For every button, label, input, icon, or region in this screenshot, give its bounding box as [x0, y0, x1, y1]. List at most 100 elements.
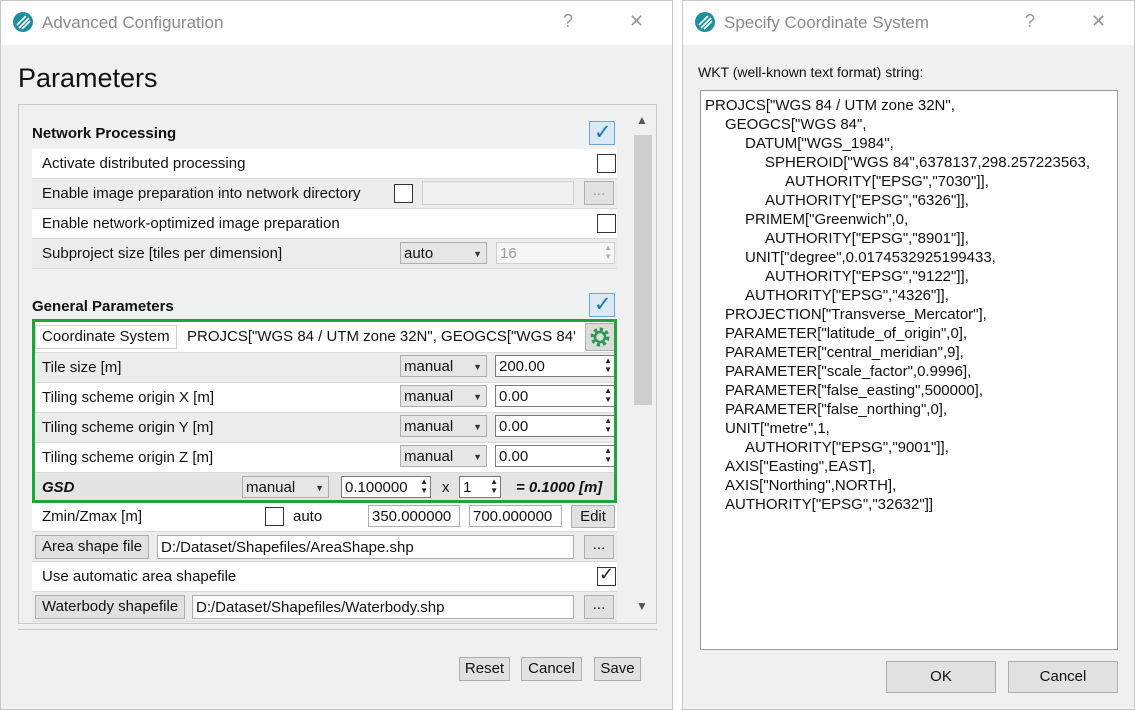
checkmark-icon: ✓ [594, 293, 612, 316]
param-row-tile-size: Tile size [m] manual ▼ 200.00 ▲ ▼ [32, 353, 617, 383]
save-button[interactable]: Save [594, 657, 641, 681]
wkt-line: UNIT["metre",1, [725, 420, 830, 437]
wkt-line: AUTHORITY["EPSG","7030"]], [785, 173, 989, 190]
app-logo-icon [13, 12, 33, 32]
param-row-zminmax: Zmin/Zmax [m] auto 350.000000 700.000000… [32, 502, 617, 532]
divider [18, 629, 657, 630]
cancel-button[interactable]: Cancel [1008, 661, 1118, 693]
specify-coordinate-system-window: Specify Coordinate System ? ✕ WKT (well-… [682, 0, 1135, 710]
distributed-checkbox[interactable] [597, 154, 616, 173]
section-title-network: Network Processing [32, 125, 177, 142]
param-row-origin-x: Tiling scheme origin X [m] manual ▼ 0.00 ▲… [32, 383, 617, 413]
help-button[interactable]: ? [1025, 11, 1035, 32]
wkt-line: AUTHORITY["EPSG","9122"]], [765, 268, 969, 285]
gsd-factor-spinbox[interactable]: 1 ▲ ▼ [459, 476, 501, 498]
wkt-line: DATUM["WGS_1984", [745, 135, 894, 152]
waterbody-input[interactable]: D:/Dataset/Shapefiles/Waterbody.shp [192, 595, 574, 619]
wkt-line: AXIS["Northing",NORTH], [725, 477, 897, 494]
waterbody-button[interactable]: Waterbody shapefile [35, 595, 186, 619]
checkmark-icon: ✓ [594, 121, 612, 144]
gsd-mode-select[interactable]: manual ▼ [242, 476, 329, 498]
wkt-line: PARAMETER["false_northing",0], [725, 401, 948, 418]
param-row-gsd: GSD manual ▼ 0.100000 ▲ ▼ x 1 ▲ ▼ = 0.1000 [m… [32, 473, 617, 503]
wkt-line: GEOGCS["WGS 84", [725, 116, 867, 133]
param-label: Enable image preparation into network di… [42, 185, 361, 202]
param-label: Tiling scheme origin Z [m] [42, 449, 214, 466]
zmax-input[interactable]: 700.000000 [469, 505, 562, 527]
param-label: Subproject size [tiles per dimension] [42, 245, 283, 262]
zminmax-auto-checkbox[interactable] [265, 507, 284, 526]
wkt-line: UNIT["degree",0.0174532925199433, [745, 249, 996, 266]
zminmax-auto-label: auto [293, 508, 323, 525]
tile-size-mode-select[interactable]: manual ▼ [400, 355, 487, 377]
network-section-toggle[interactable]: ✓ [589, 121, 615, 145]
param-label: Use automatic area shapefile [42, 568, 237, 585]
param-label: Tile size [m] [42, 359, 122, 376]
origin-x-mode-select[interactable]: manual ▼ [400, 385, 487, 407]
help-button[interactable]: ? [563, 11, 573, 32]
general-section-toggle[interactable]: ✓ [589, 293, 615, 317]
scroll-up-icon[interactable]: ▲ [636, 113, 648, 127]
chevron-down-icon: ▼ [315, 483, 324, 493]
zmin-input[interactable]: 350.000000 [368, 505, 460, 527]
chevron-down-icon: ▼ [473, 392, 482, 402]
coordinate-system-input[interactable]: PROJCS["WGS 84 / UTM zone 32N", GEOGCS["… [184, 325, 576, 349]
auto-area-checkbox[interactable]: ✓ [597, 564, 616, 586]
chevron-down-icon: ▼ [473, 422, 482, 432]
section-title-general: General Parameters [32, 298, 174, 315]
origin-x-spinbox[interactable]: 0.00 ▲ ▼ [495, 385, 615, 407]
checkmark-icon: ✓ [599, 564, 615, 584]
network-directory-input[interactable] [422, 181, 574, 205]
reset-button[interactable]: Reset [459, 657, 510, 681]
wkt-line: AXIS["Easting",EAST], [725, 458, 876, 475]
ok-button[interactable]: OK [886, 661, 996, 693]
wkt-line: PARAMETER["false_easting",500000], [725, 382, 984, 399]
wkt-line: PROJCS["WGS 84 / UTM zone 32N", [705, 97, 955, 114]
tile-size-spinbox[interactable]: 200.00 ▲ ▼ [495, 355, 615, 377]
origin-z-mode-select[interactable]: manual ▼ [400, 445, 487, 467]
app-logo-icon [695, 12, 715, 32]
param-row-subproject: Subproject size [tiles per dimension] au… [32, 239, 617, 269]
wkt-line: AUTHORITY["EPSG","32632"]] [725, 496, 934, 513]
image-prep-checkbox[interactable] [394, 184, 413, 203]
param-label: Zmin/Zmax [m] [42, 508, 142, 525]
wkt-line: AUTHORITY["EPSG","8901"]], [765, 230, 969, 247]
gsd-value-spinbox[interactable]: 0.100000 ▲ ▼ [341, 476, 431, 498]
coordinate-system-label: Coordinate System [35, 325, 177, 349]
wkt-line: AUTHORITY["EPSG","9001"]], [745, 439, 949, 456]
wkt-line: SPHEROID["WGS 84",6378137,298.257223563, [765, 154, 1091, 171]
area-shape-browse-button[interactable]: ... [584, 535, 614, 559]
chevron-down-icon: ▼ [473, 452, 482, 462]
wkt-line: PARAMETER["latitude_of_origin",0], [725, 325, 968, 342]
wkt-line: PROJECTION["Transverse_Mercator"], [725, 306, 987, 323]
page-title: Parameters [18, 63, 158, 93]
close-button[interactable]: ✕ [1091, 11, 1106, 32]
cancel-button[interactable]: Cancel [521, 657, 582, 681]
close-button[interactable]: ✕ [629, 11, 644, 32]
subproject-mode-select[interactable]: auto ▼ [400, 242, 487, 264]
scrollbar-thumb[interactable] [634, 135, 652, 405]
wkt-textarea[interactable]: PROJCS["WGS 84 / UTM zone 32N", GEOGCS["… [700, 90, 1118, 650]
subproject-size-spinbox[interactable]: 16 ▲ ▼ [496, 242, 615, 264]
origin-y-spinbox[interactable]: 0.00 ▲ ▼ [495, 415, 615, 437]
network-directory-browse-button[interactable]: ... [584, 181, 614, 205]
wkt-line: PARAMETER["scale_factor",0.9996], [725, 363, 972, 380]
coordinate-settings-button[interactable] [585, 323, 615, 351]
param-row-area-shape: Area shape file D:/Dataset/Shapefiles/Ar… [32, 532, 617, 562]
net-optimized-checkbox[interactable] [597, 214, 616, 233]
param-label: Activate distributed processing [42, 155, 246, 172]
waterbody-browse-button[interactable]: ... [584, 595, 614, 619]
gsd-label: GSD [42, 479, 75, 496]
vertical-scrollbar[interactable]: ▲ ▼ [631, 109, 655, 621]
origin-y-mode-select[interactable]: manual ▼ [400, 415, 487, 437]
wkt-label: WKT (well-known text format) string: [698, 64, 924, 80]
zminmax-edit-button[interactable]: Edit [571, 505, 615, 528]
wkt-line: PARAMETER["central_meridian",9], [725, 344, 964, 361]
window-title: Advanced Configuration [42, 13, 224, 32]
scroll-down-icon[interactable]: ▼ [636, 599, 648, 613]
title-bar: Specify Coordinate System ? ✕ [683, 1, 1134, 45]
area-shape-input[interactable]: D:/Dataset/Shapefiles/AreaShape.shp [157, 535, 574, 559]
area-shape-button[interactable]: Area shape file [35, 535, 150, 559]
origin-z-spinbox[interactable]: 0.00 ▲ ▼ [495, 445, 615, 467]
chevron-down-icon: ▼ [473, 362, 482, 372]
